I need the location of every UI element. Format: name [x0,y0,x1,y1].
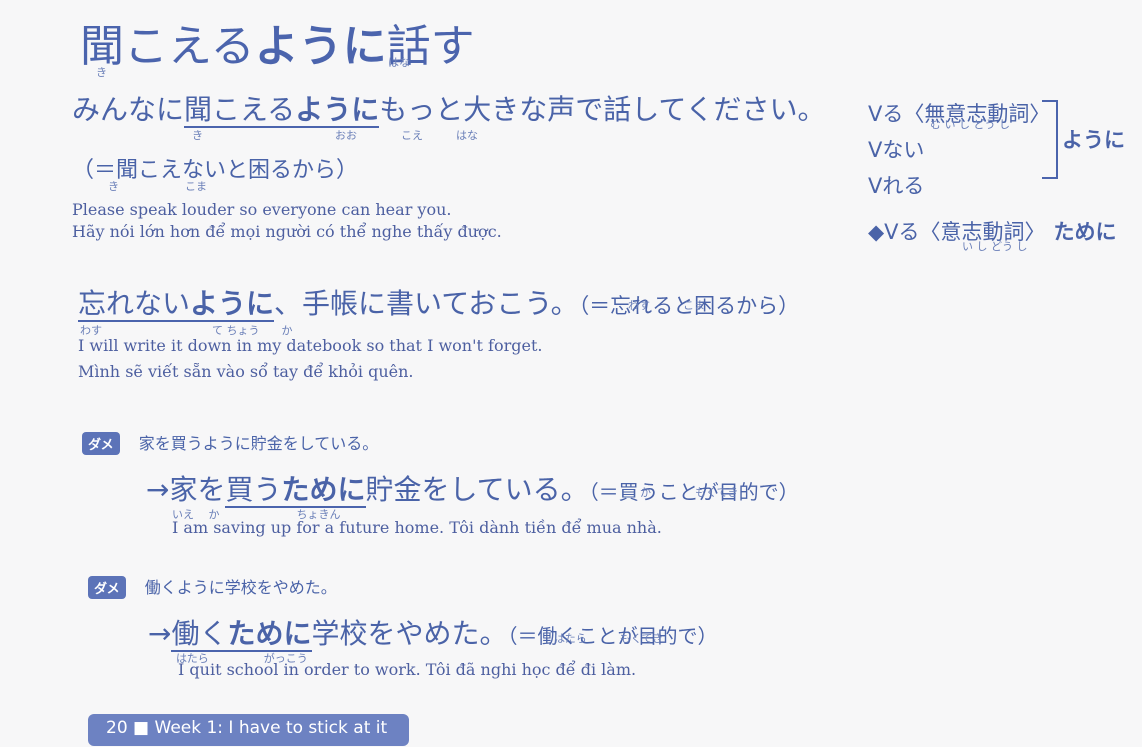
dame1-part-d: 貯金をしている。 [365,473,589,506]
example1-english: Please speak louder so everyone can hear… [72,200,452,219]
example2-ruby2: わす こま [628,299,705,312]
sidebar-line1-ruby: む い し どう し [930,118,1010,131]
sidebar-line2: Vない [868,138,925,162]
title-ruby-hana: はな [388,56,410,69]
page-footer-label: 20 ■ Week 1: I have to stick at it [88,714,410,746]
dame2-part-c: 学校をやめた。 [311,617,508,650]
dame2-part-a: 働く [171,617,228,652]
ex2-part-a: 忘れない [78,287,191,322]
example1-paraphrase-ruby: き こま [108,180,207,193]
dame2-part-b: ために [227,617,312,652]
arrow-icon: → [148,617,172,650]
sidebar-youni: ように [1062,128,1125,152]
dame2-translation: I quit school in order to work. Tôi đã n… [178,660,637,679]
ex2-part-b: ように [190,287,275,322]
example2-vietnamese: Mình sẽ viết sẵn vào sổ tay để khỏi quên… [78,362,414,381]
dame1-part-b: 買う [225,473,282,508]
dame1-wrong-sentence: 家を買うように貯金をしている。 [138,434,379,453]
page-title: 聞こえるように話す [80,10,475,74]
arrow-icon: → [146,473,170,506]
dame-badge: ダメ [82,432,120,455]
dame1-translation: I am saving up for a future home. Tôi dà… [172,518,662,537]
example1-vietnamese: Hãy nói lớn hơn để mọi người có thể nghe… [72,222,502,241]
dame1-ruby2: か もくてき [640,486,739,499]
title-part2: ように [254,21,387,72]
sidebar-line3: Vれる [868,174,925,198]
dame2-ruby2: はたら もくてき [554,632,664,645]
example1-sentence: みんなに聞こえるようにもっと大きな声で話してください。 [72,88,826,128]
ex1-part-c: ように [295,93,380,128]
example2-english: I will write it down in my datebook so t… [78,336,543,355]
textbook-page: 聞こえるように話す き はな みんなに聞こえるようにもっと大きな声で話してくださ… [0,0,1142,747]
dame2-wrong-sentence: 働くように学校をやめた。 [144,578,337,597]
dame-badge: ダメ [88,576,126,599]
sidebar-line4-ruby: い し どう し [962,240,1028,253]
grammar-sidebar: Vる〈無意志動詞〉 Vない Vれる [868,96,1050,204]
ex2-part-c: 、手帳に書いておこう。 [274,287,579,320]
example1-ruby: き おお こえ はな [192,129,478,142]
dame1-part-c: ために [281,473,366,508]
ex1-part-b: 聞こえる [184,93,296,128]
dame1-part-a: 家を [169,473,226,506]
dame1-wrong-row: ダメ 家を買うように貯金をしている。 [82,430,378,455]
ex1-part-d: もっと大きな声で話してください。 [379,93,826,126]
ex1-part-a: みんなに [72,93,185,126]
dame2-wrong-row: ダメ 働くように学校をやめた。 [88,574,337,599]
sidebar-bracket [1042,100,1058,179]
sidebar-line4-b: ために [1053,220,1117,244]
title-ruby-ki: き [96,66,107,79]
